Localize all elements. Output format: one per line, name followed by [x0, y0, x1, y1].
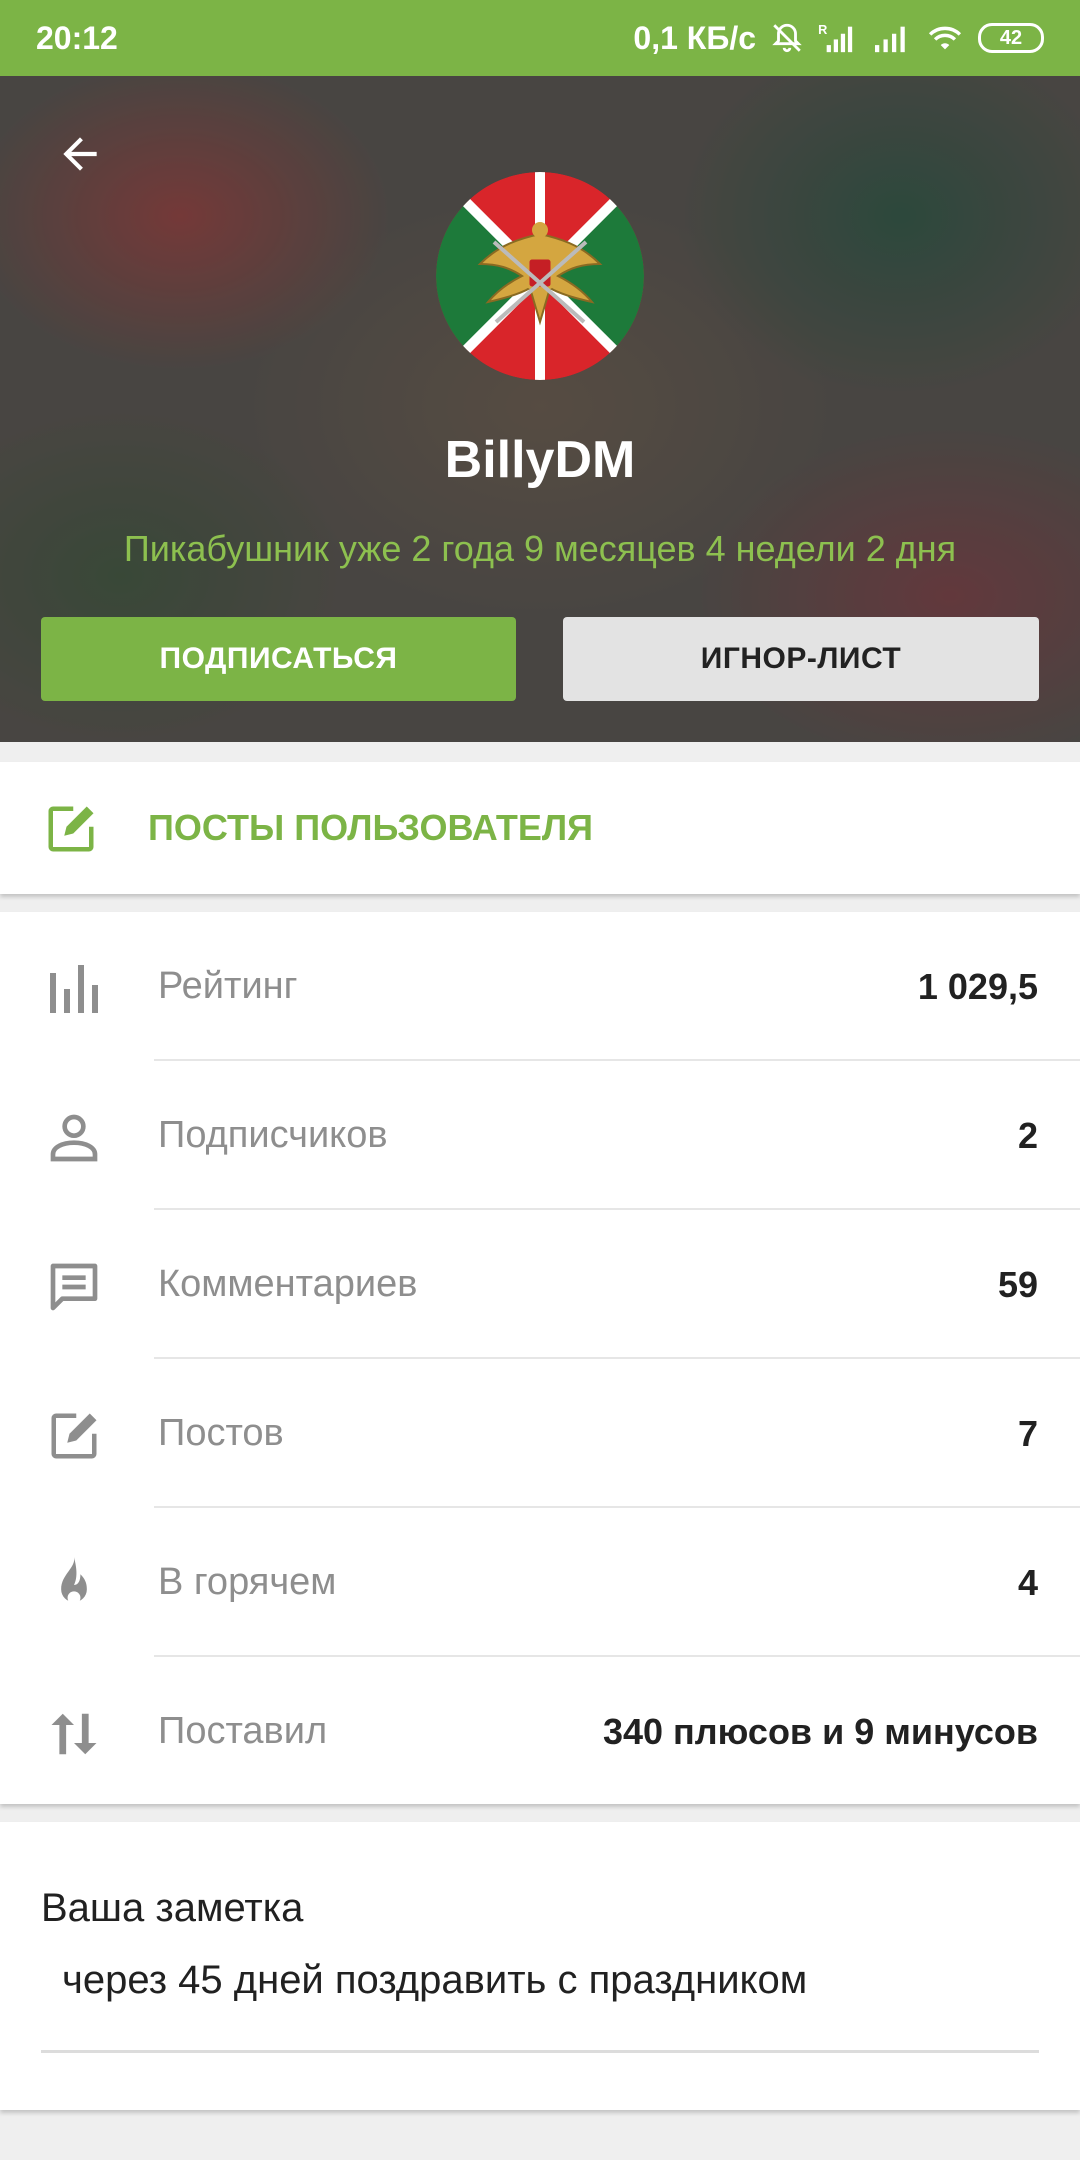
stats-list: Рейтинг 1 029,5 Подписчиков 2 Комментари…: [0, 912, 1080, 1804]
stat-label: Подписчиков: [158, 1114, 388, 1156]
network-speed: 0,1 КБ/с: [633, 19, 756, 56]
bar-chart-icon: [44, 959, 104, 1019]
stat-value: 340 плюсов и 9 минусов: [602, 1711, 1038, 1752]
note-card: Ваша заметка через 45 дней поздравить с …: [0, 1822, 1080, 2110]
back-button[interactable]: [44, 118, 116, 190]
wifi-icon: [926, 21, 964, 55]
border-guard-emblem-icon: [436, 172, 644, 380]
note-underline: [41, 2050, 1039, 2053]
stat-label: Поставил: [158, 1710, 328, 1752]
subscribe-button[interactable]: ПОДПИСАТЬСЯ: [41, 617, 516, 701]
edit-square-icon: [44, 802, 98, 861]
stat-value: 7: [1017, 1413, 1038, 1454]
edit-square-icon: [44, 1406, 104, 1466]
status-indicators: 0,1 КБ/с R 42: [633, 20, 1044, 57]
tenure-text: Пикабушник уже 2 года 9 месяцев 4 недели…: [123, 528, 957, 569]
stat-row-comments[interactable]: Комментариев 59: [0, 1210, 1080, 1359]
signal-icon: [872, 21, 912, 55]
stat-value: 1 029,5: [917, 966, 1038, 1007]
user-posts-link[interactable]: ПОСТЫ ПОЛЬЗОВАТЕЛЯ: [0, 762, 1080, 894]
note-title: Ваша заметка: [41, 1886, 304, 1930]
stat-label: Постов: [158, 1412, 284, 1454]
stat-value: 59: [997, 1264, 1038, 1305]
ignore-list-button[interactable]: ИГНОР-ЛИСТ: [563, 617, 1039, 701]
person-icon: [44, 1108, 104, 1168]
username: BillyDM: [444, 431, 636, 489]
stat-label: В горячем: [158, 1561, 337, 1603]
stat-value: 4: [1017, 1562, 1038, 1603]
flame-icon: [44, 1555, 104, 1615]
stat-row-posts[interactable]: Постов 7: [0, 1359, 1080, 1508]
battery-indicator: 42: [978, 23, 1044, 53]
status-time: 20:12: [36, 19, 118, 56]
avatar[interactable]: [436, 172, 644, 380]
sort-arrows-icon: [44, 1704, 104, 1764]
profile-header: BillyDM Пикабушник уже 2 года 9 месяцев …: [0, 76, 1080, 742]
stat-label: Рейтинг: [158, 965, 298, 1007]
svg-text:R: R: [818, 22, 827, 37]
comment-icon: [44, 1257, 104, 1317]
stat-row-votes: Поставил 340 плюсов и 9 минусов: [0, 1657, 1080, 1806]
user-posts-label: ПОСТЫ ПОЛЬЗОВАТЕЛЯ: [148, 807, 594, 848]
stat-row-subscribers[interactable]: Подписчиков 2: [0, 1061, 1080, 1210]
status-bar: 20:12 0,1 КБ/с R 42: [0, 0, 1080, 76]
note-field[interactable]: через 45 дней поздравить с праздником: [62, 1958, 807, 2003]
arrow-left-icon: [63, 137, 97, 171]
stat-row-rating: Рейтинг 1 029,5: [0, 912, 1080, 1061]
stat-label: Комментариев: [158, 1263, 418, 1305]
signal-roaming-icon: R: [818, 21, 858, 55]
bell-off-icon: [770, 21, 804, 55]
stat-value: 2: [1017, 1115, 1038, 1156]
stat-row-hot[interactable]: В горячем 4: [0, 1508, 1080, 1657]
